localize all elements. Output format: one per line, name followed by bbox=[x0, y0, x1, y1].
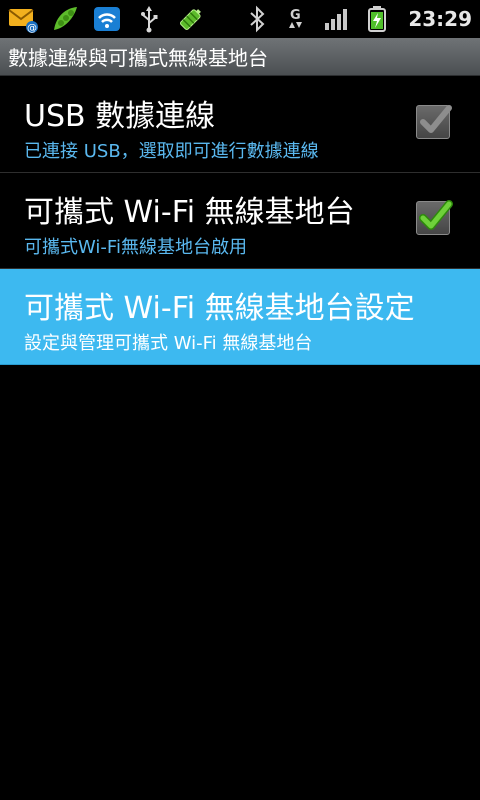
wifi-hotspot-title: 可攜式 Wi-Fi 無線基地台 bbox=[24, 195, 355, 230]
status-bar: @ G 23:29 bbox=[0, 0, 480, 38]
bluetooth-icon bbox=[242, 4, 272, 34]
email-icon: @ bbox=[8, 4, 38, 34]
usb-tethering-summary: 已連接 USB，選取即可進行數據連線 bbox=[24, 141, 319, 162]
checkmark-icon bbox=[419, 200, 453, 230]
svg-text:@: @ bbox=[27, 23, 37, 34]
signal-icon bbox=[322, 4, 352, 34]
g-network-icon: G bbox=[282, 4, 312, 34]
usb-tethering-item[interactable]: USB 數據連線 已連接 USB，選取即可進行數據連線 bbox=[0, 77, 480, 173]
notification-icons: @ bbox=[8, 0, 206, 38]
usb-icon bbox=[134, 4, 164, 34]
checkmark-icon bbox=[420, 105, 452, 133]
settings-list: USB 數據連線 已連接 USB，選取即可進行數據連線 可攜式 Wi-Fi 無線… bbox=[0, 77, 480, 365]
wifi-hotspot-settings-item[interactable]: 可攜式 Wi-Fi 無線基地台設定 設定與管理可攜式 Wi-Fi 無線基地台 bbox=[0, 269, 480, 365]
wifi-hotspot-summary: 可攜式Wi-Fi無線基地台啟用 bbox=[24, 237, 247, 258]
android-peas-icon bbox=[50, 4, 80, 34]
wifi-hotspot-checkbox[interactable] bbox=[416, 200, 453, 235]
battery-charge-notification-icon bbox=[176, 4, 206, 34]
usb-tethering-checkbox[interactable] bbox=[416, 105, 452, 139]
system-icons: G 23:29 bbox=[242, 0, 472, 38]
svg-text:G: G bbox=[290, 8, 301, 23]
page-title: 數據連線與可攜式無線基地台 bbox=[8, 46, 268, 70]
battery-icon bbox=[362, 4, 392, 34]
usb-tethering-title: USB 數據連線 bbox=[24, 99, 216, 134]
wifi-hotspot-icon bbox=[92, 4, 122, 34]
clock-time: 23:29 bbox=[408, 7, 472, 31]
title-bar: 數據連線與可攜式無線基地台 bbox=[0, 38, 480, 76]
wifi-hotspot-item[interactable]: 可攜式 Wi-Fi 無線基地台 可攜式Wi-Fi無線基地台啟用 bbox=[0, 173, 480, 269]
wifi-hotspot-settings-title: 可攜式 Wi-Fi 無線基地台設定 bbox=[24, 291, 415, 326]
wifi-hotspot-settings-summary: 設定與管理可攜式 Wi-Fi 無線基地台 bbox=[24, 333, 313, 354]
